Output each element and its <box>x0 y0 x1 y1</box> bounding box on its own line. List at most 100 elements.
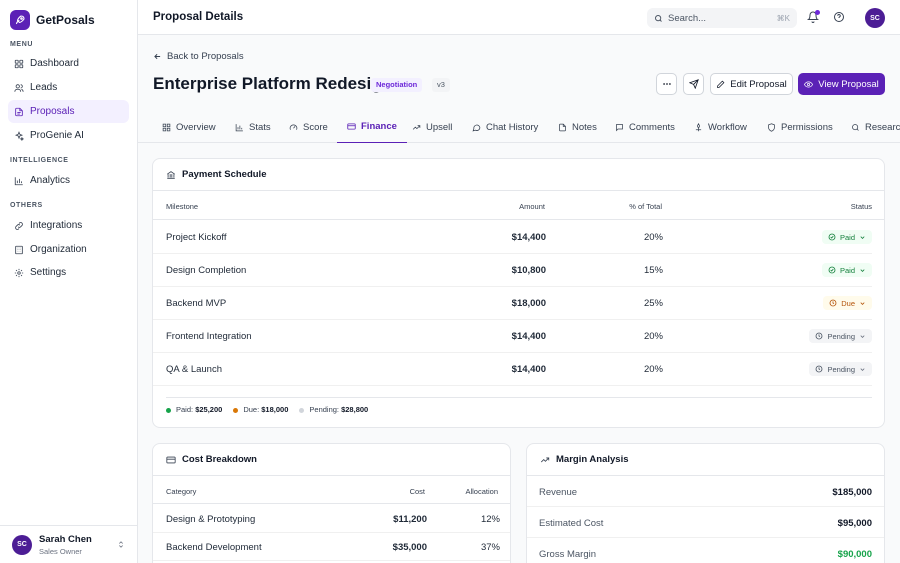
category-name: Design & Prototyping <box>166 514 256 525</box>
column-header: Allocation <box>465 487 498 496</box>
table-row: Frontend Integration $14,400 20% Pending <box>153 320 872 353</box>
sidebar-item-dashboard[interactable]: Dashboard <box>8 52 129 75</box>
send-button[interactable] <box>683 73 704 95</box>
brand[interactable]: GetPosals <box>10 10 95 30</box>
proposal-title: Enterprise Platform Redesign <box>153 74 393 93</box>
section-label-intelligence: INTELLIGENCE <box>10 157 69 164</box>
margin-row: Estimated Cost $95,000 <box>527 507 884 538</box>
pencil-icon <box>717 80 725 88</box>
status-dropdown[interactable]: Paid <box>821 230 872 244</box>
cost-breakdown-card: Cost Breakdown Category Cost Allocation … <box>152 443 511 563</box>
trending-up-icon <box>540 457 550 462</box>
sidebar: GetPosals MENU INTELLIGENCE OTHERS Dashb… <box>0 0 138 563</box>
sidebar-item-organization[interactable]: Organization <box>8 238 129 261</box>
search-input[interactable]: Search... ⌘K <box>647 8 797 28</box>
milestone-name: Backend MVP <box>166 298 227 309</box>
more-button[interactable] <box>656 73 677 95</box>
section-label-menu: MENU <box>10 41 34 48</box>
tab-comments[interactable]: Comments <box>615 111 675 143</box>
margin-value: $90,000 <box>837 549 872 560</box>
sparkle-icon <box>14 130 24 141</box>
margin-value: $95,000 <box>837 518 872 529</box>
tab-score[interactable]: Score <box>289 111 328 143</box>
chevron-updown-icon <box>119 541 123 548</box>
search-placeholder: Search... <box>668 12 707 24</box>
tab-stats[interactable]: Stats <box>235 111 271 143</box>
tab-label: Upsell <box>426 121 453 133</box>
tab-label: Workflow <box>708 121 747 133</box>
status-dropdown[interactable]: Due <box>823 296 872 310</box>
stage-badge: Negotiation <box>371 78 423 92</box>
milestone-name: Frontend Integration <box>166 331 252 342</box>
sidebar-item-proposals[interactable]: Proposals <box>8 100 129 123</box>
tab-label: Score <box>303 121 328 133</box>
comment-icon <box>616 123 623 131</box>
table-row: Design & Prototyping $11,200 12% <box>153 505 510 533</box>
table-header: Milestone Amount % of Total Status <box>153 191 884 220</box>
table-row: Design Completion $10,800 15% Paid <box>153 254 872 287</box>
status-dropdown[interactable]: Pending <box>809 329 872 343</box>
tab-research[interactable]: Research <box>851 111 900 143</box>
avatar[interactable]: SC <box>865 8 885 28</box>
milestone-amount: $14,400 <box>511 232 546 243</box>
summary-value: $28,800 <box>341 405 369 414</box>
section-label-others: OTHERS <box>10 202 43 209</box>
table-row: Backend Development $35,000 37% <box>153 533 510 561</box>
trending-up-icon <box>412 124 421 130</box>
chevron-down-icon <box>860 367 865 371</box>
tab-overview[interactable]: Overview <box>162 111 216 143</box>
margin-label: Revenue <box>539 487 578 498</box>
tab-label: Finance <box>361 121 397 132</box>
user-profile-menu[interactable]: SC Sarah Chen Sales Owner <box>0 525 137 563</box>
view-proposal-button[interactable]: View Proposal <box>798 73 885 95</box>
document-icon <box>15 107 23 116</box>
table-row: QA & Launch $14,400 20% Pending <box>153 353 872 386</box>
sidebar-item-settings[interactable]: Settings <box>8 261 129 284</box>
sidebar-item-leads[interactable]: Leads <box>8 76 129 99</box>
gauge-icon <box>289 123 298 130</box>
sidebar-item-label: Leads <box>30 82 58 93</box>
tab-finance[interactable]: Finance <box>337 111 407 143</box>
card-header: Margin Analysis <box>527 444 884 476</box>
column-header: Status <box>850 202 872 211</box>
sidebar-item-progenie-ai[interactable]: ProGenie AI <box>8 124 129 147</box>
bank-icon <box>167 170 175 179</box>
column-header: Milestone <box>166 202 199 211</box>
tab-notes[interactable]: Notes <box>558 111 597 143</box>
milestone-name: QA & Launch <box>166 364 222 375</box>
tab-label: Notes <box>572 121 597 133</box>
table-row: Backend MVP $18,000 25% Due <box>153 287 872 320</box>
sidebar-item-analytics[interactable]: Analytics <box>8 169 129 192</box>
status-dropdown[interactable]: Paid <box>821 263 872 277</box>
tab-upsell[interactable]: Upsell <box>412 111 452 143</box>
column-header: Amount <box>519 202 545 211</box>
tab-label: Comments <box>629 121 675 133</box>
summary-value: $18,000 <box>261 405 289 414</box>
clock-icon <box>829 299 837 307</box>
tab-workflow[interactable]: Workflow <box>694 111 747 143</box>
category-name: Backend Development <box>166 542 262 553</box>
category-cost: $11,200 <box>393 514 427 525</box>
back-link[interactable]: Back to Proposals <box>153 51 244 62</box>
grid-icon <box>162 123 171 131</box>
column-header: % of Total <box>629 202 662 211</box>
margin-value: $185,000 <box>832 487 872 498</box>
help-icon[interactable] <box>833 11 845 23</box>
more-horizontal-icon <box>662 83 671 85</box>
clock-icon <box>816 332 823 340</box>
status-dropdown[interactable]: Pending <box>809 362 872 376</box>
card-title: Payment Schedule <box>182 169 267 180</box>
rocket-logo-icon <box>10 10 30 30</box>
check-circle-icon <box>828 266 836 274</box>
users-icon <box>14 83 24 92</box>
eye-icon <box>804 80 814 88</box>
note-icon <box>559 123 566 131</box>
tab-chat-history[interactable]: Chat History <box>472 111 538 143</box>
edit-proposal-button[interactable]: Edit Proposal <box>710 73 793 95</box>
sidebar-item-integrations[interactable]: Integrations <box>8 214 129 237</box>
sidebar-item-label: Organization <box>30 244 87 255</box>
tab-permissions[interactable]: Permissions <box>767 111 833 143</box>
milestone-percent: 15% <box>643 265 663 276</box>
divider <box>166 397 872 398</box>
status-label: Paid <box>839 265 855 275</box>
